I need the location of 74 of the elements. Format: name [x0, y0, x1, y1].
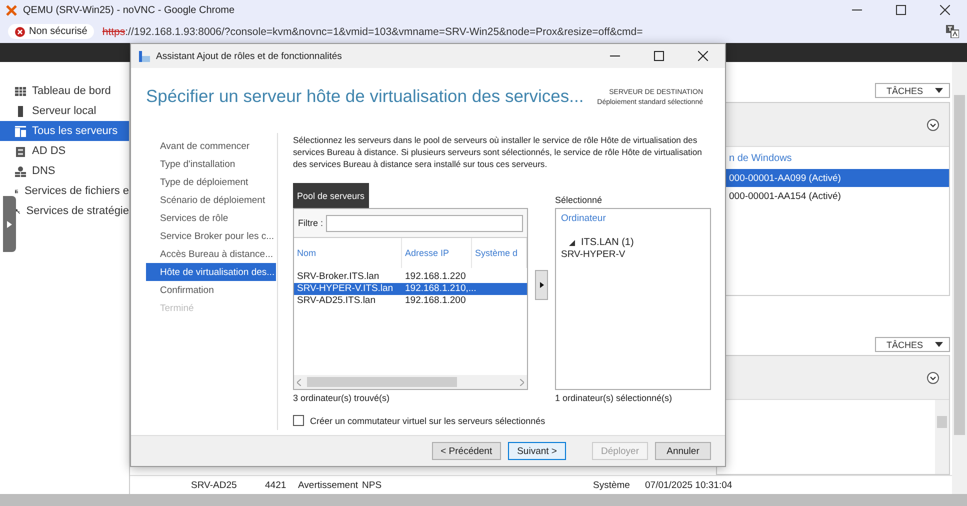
wizard-button[interactable]: Annuler	[655, 442, 711, 460]
table-cell-text: NPS	[362, 480, 383, 490]
url-text[interactable]: https://192.168.1.93:8006/?console=kvm&novnc=1&vmid=103&vmname=SRV-Win25&node=Prox&resize=off&cmd=	[102, 26, 938, 38]
checkbox[interactable]	[293, 415, 304, 426]
tasks-dropdown[interactable]: TÂCHES	[875, 337, 950, 352]
network-icon	[15, 166, 26, 176]
collapse-icon[interactable]	[927, 118, 939, 130]
table-cell-text: Avertissement	[298, 480, 360, 490]
sidebar-item[interactable]: Tous les serveurs	[0, 121, 129, 141]
browser-title: QEMU (SRV-Win25) - noVNC - Google Chrome	[23, 4, 235, 16]
column-header[interactable]: Ordinateur	[561, 213, 705, 227]
filter-label: Filtre :	[298, 218, 324, 228]
security-chip[interactable]: Non sécurisé	[8, 24, 94, 39]
right-arrow-icon	[540, 282, 544, 288]
tree-group[interactable]: ITS.LAN (1)	[581, 237, 634, 248]
table-cell-text: 07/01/2025 10:31:04	[645, 480, 734, 490]
filter-field[interactable]	[326, 214, 523, 232]
wizard-step[interactable]: Services de rôle	[146, 209, 276, 227]
wizard-step[interactable]: Type d'installation	[146, 155, 276, 173]
server-row[interactable]: SRV-Broker.ITS.lan 192.168.1.220	[294, 271, 527, 283]
found-count: 3 ordinateur(s) trouvé(s)	[293, 393, 391, 403]
selected-count: 1 ordinateur(s) sélectionné(s)	[555, 393, 674, 403]
maximize-icon[interactable]	[654, 51, 664, 61]
caret-icon	[935, 342, 943, 347]
wizard-step[interactable]: Service Broker pour les c...	[146, 227, 276, 245]
server-row[interactable]: SRV-AD25.ITS.lan 192.168.1.200	[294, 295, 527, 307]
wizard-button[interactable]: < Précédent	[432, 442, 502, 460]
wizard-button[interactable]: Suivant >	[508, 442, 566, 460]
vertical-scrollbar[interactable]	[935, 400, 949, 474]
vertical-scrollbar[interactable]	[952, 62, 967, 494]
selected-label: Sélectionné	[555, 194, 604, 207]
wizard-step[interactable]: Accès Bureau à distance...	[146, 245, 276, 263]
app-logo-icon	[6, 4, 17, 16]
collapse-icon[interactable]	[927, 372, 939, 384]
server-icon	[15, 106, 26, 116]
sidebar-item[interactable]: AD DS	[0, 141, 129, 161]
server-rack-icon	[15, 146, 26, 156]
wizard-step[interactable]: Confirmation	[146, 281, 276, 299]
side-panel-handle[interactable]	[3, 196, 16, 252]
wizard-icon	[139, 50, 150, 62]
warning-icon	[15, 26, 25, 36]
expander-icon[interactable]	[569, 240, 575, 246]
dialog-title: Assistant Ajout de rôles et de fonctionnalités	[156, 50, 342, 62]
servers-icon	[15, 126, 26, 136]
translate-icon[interactable]	[946, 25, 959, 38]
expand-arrow-icon	[7, 220, 12, 228]
wizard-step[interactable]: Type de déploiement	[146, 173, 276, 191]
column-header[interactable]: Système d	[472, 238, 527, 268]
horizontal-scrollbar[interactable]	[0, 494, 967, 506]
checkbox-label: Créer un commutateur virtuel sur les serveurs sélectionnés	[310, 416, 546, 426]
wizard-step[interactable]: Avant de commencer	[146, 137, 276, 155]
sidebar-item[interactable]: Tableau de bord	[0, 81, 129, 101]
table-cell-text: Système	[593, 480, 631, 490]
close-icon[interactable]	[698, 51, 708, 61]
close-icon[interactable]	[940, 5, 950, 15]
sidebar-item[interactable]: DNS	[0, 161, 129, 181]
dashboard-icon	[15, 86, 26, 96]
column-header[interactable]: Nom	[294, 238, 402, 268]
table-cell-text: SRV-AD25	[191, 480, 238, 490]
wizard-step[interactable]: Hôte de virtualisation des...	[146, 263, 276, 281]
add-button[interactable]	[535, 270, 548, 300]
sidebar-item[interactable]: Serveur local	[0, 101, 129, 121]
page-heading: Spécifier un serveur hôte de virtualisation des services...	[146, 86, 584, 108]
server-row[interactable]: SRV-HYPER-V.ITS.lan 192.168.1.210,...	[294, 283, 527, 295]
tasks-dropdown[interactable]: TÂCHES	[875, 83, 950, 98]
table-cell-text: 4421	[265, 480, 288, 490]
wizard-step[interactable]: Scénario de déploiement	[146, 191, 276, 209]
tree-item[interactable]: SRV-HYPER-V	[561, 249, 705, 260]
column-header[interactable]: Adresse IP	[402, 238, 472, 268]
sidebar-item[interactable]: Services de fichiers e	[0, 181, 129, 201]
instructions-text: Sélectionnez les serveurs dans le pool de serveurs où installer le service de rôle Hôte de virtualisation des services Bureau à distance. Si plusieurs serveurs sont sélectionnés, le service de rôle Hôte de virtualisation des services Bureau à distance sera installé sur tous ces serveurs.	[293, 134, 703, 170]
pool-tab[interactable]: Pool de serveurs	[293, 183, 369, 208]
caret-icon	[935, 88, 943, 93]
maximize-icon[interactable]	[896, 5, 906, 15]
